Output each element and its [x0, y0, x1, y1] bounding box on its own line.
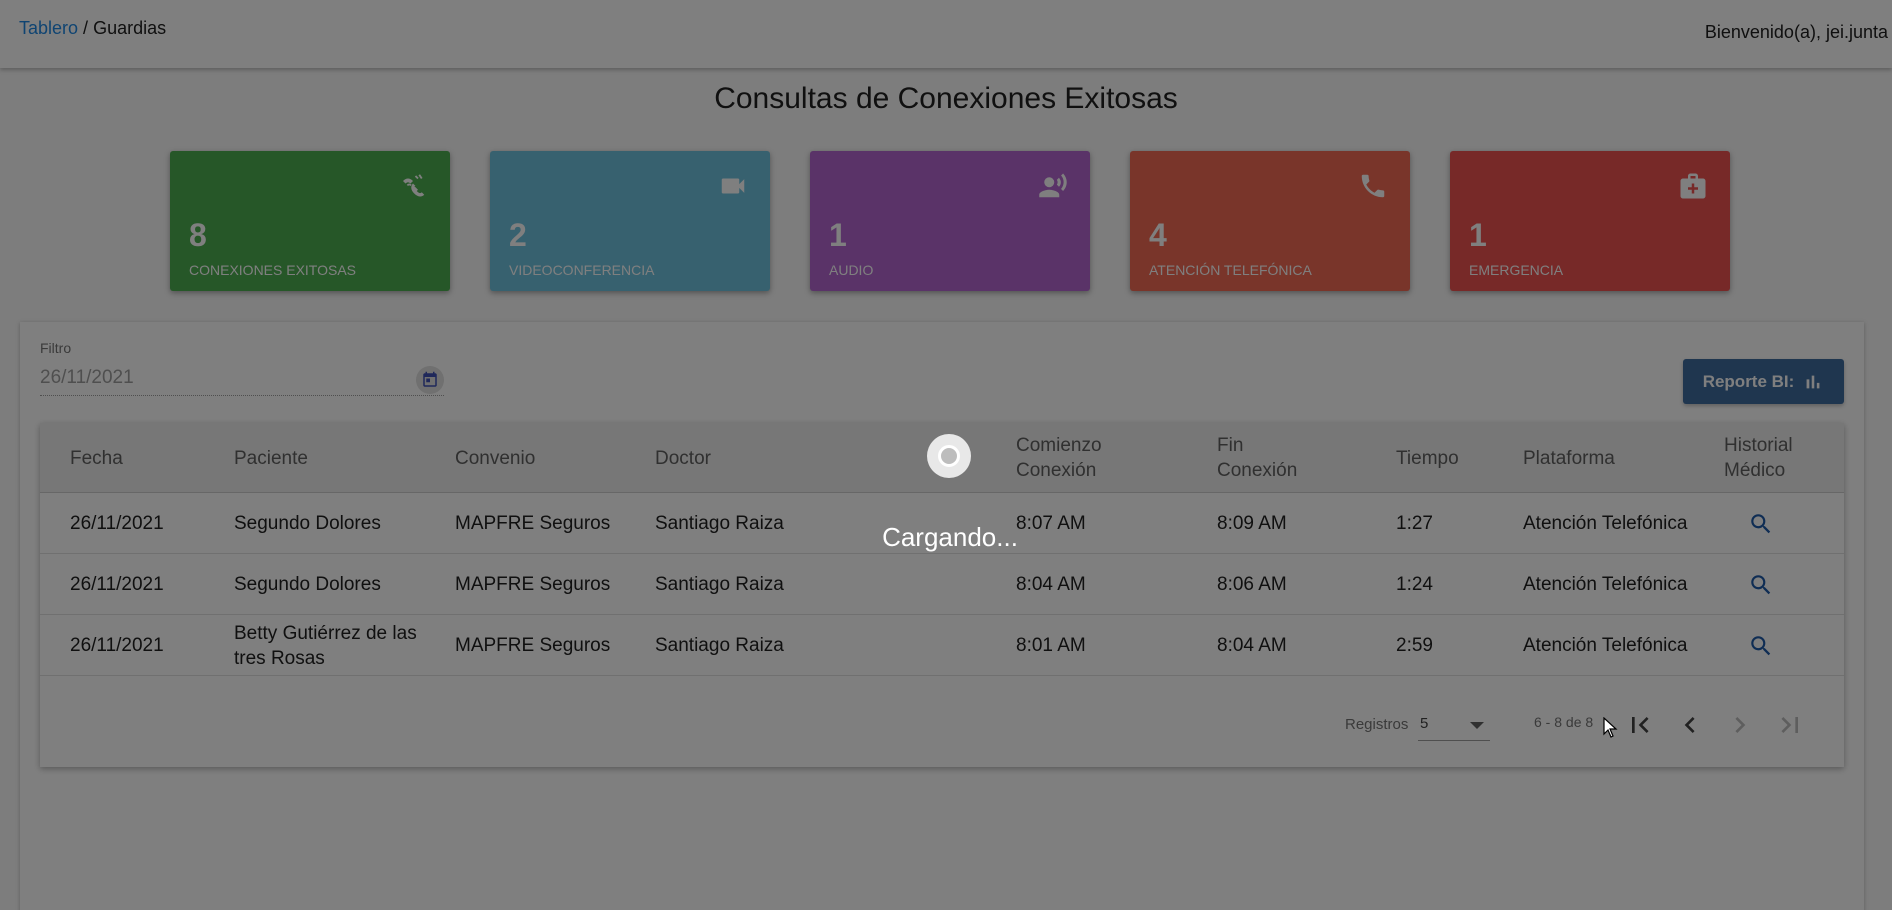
mouse-cursor-icon — [1603, 717, 1618, 738]
spinner-icon — [927, 434, 971, 478]
loading-indicator: Cargando... — [0, 0, 1892, 910]
loading-text: Cargando... — [882, 522, 1018, 552]
